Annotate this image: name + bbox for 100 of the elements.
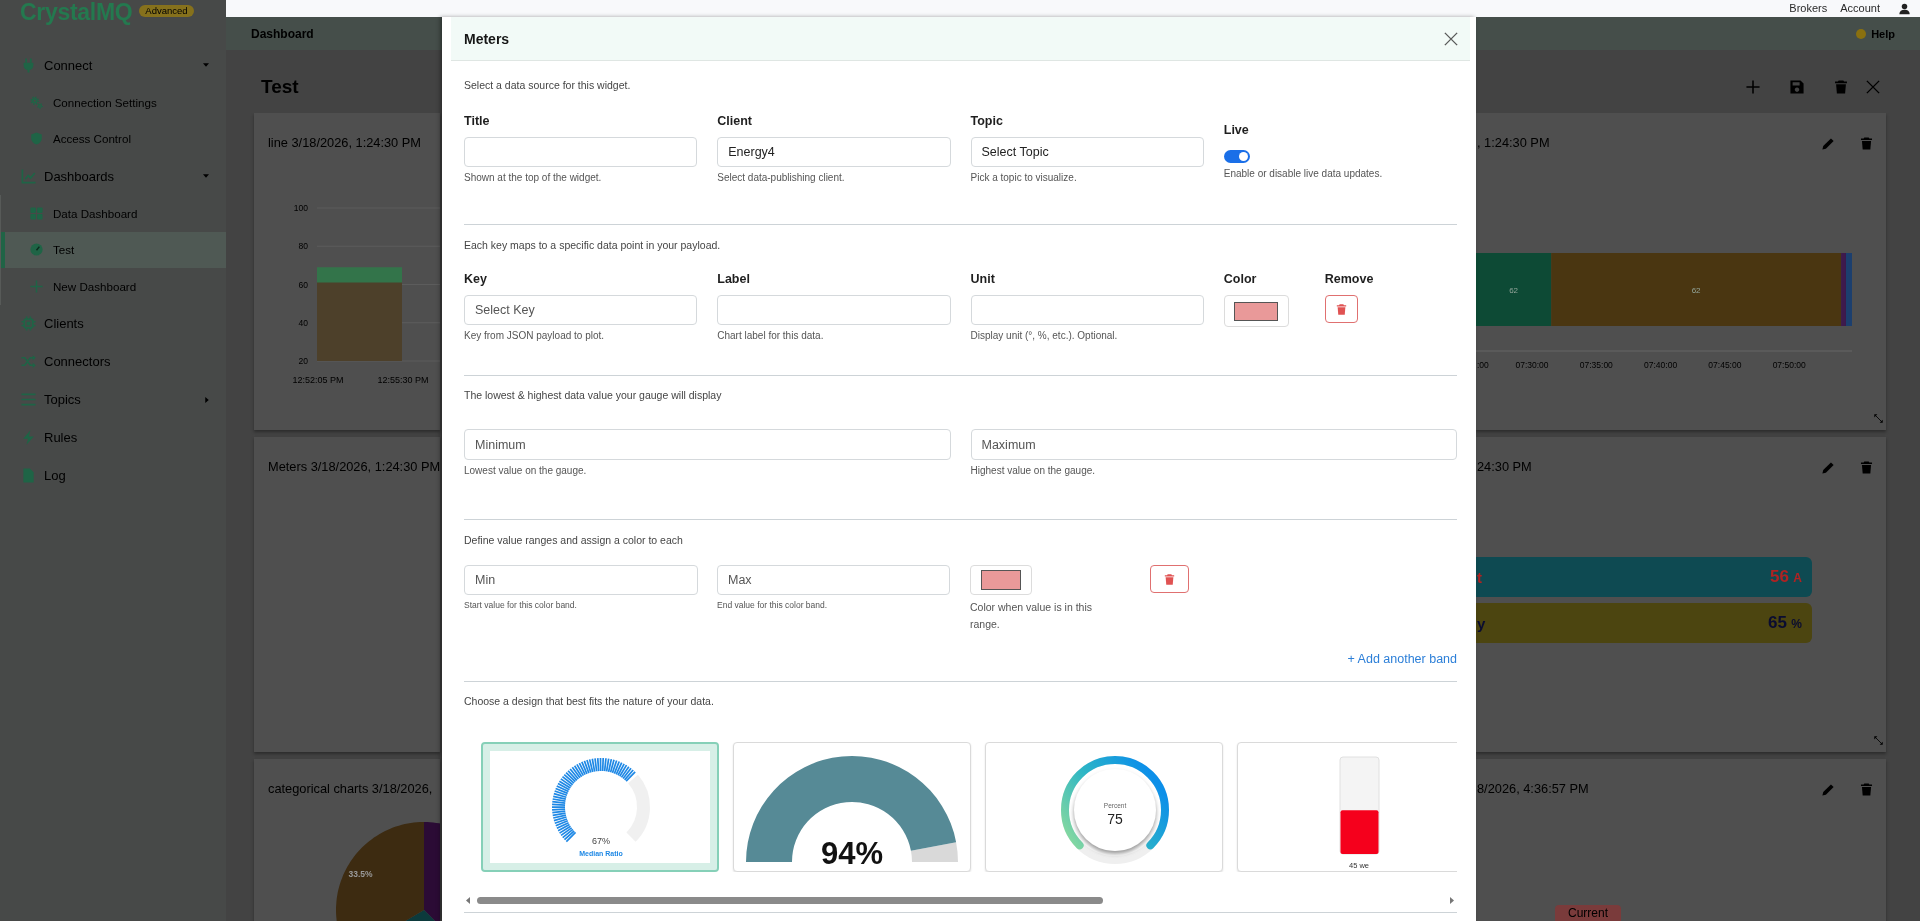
scrollbar-thumb[interactable] [477, 896, 1103, 904]
section-description: Each key maps to a specific data point in your payload. [464, 238, 722, 253]
nav-item[interactable]: Dashboards [0, 157, 226, 195]
section-description: Choose a design that best fits the nature of your data. [464, 694, 715, 709]
axis-tick-label: 100 [293, 203, 308, 213]
widget-title: line 3/18/2026, 1:24:30 PM [268, 135, 421, 151]
input-field[interactable]: Maximum [970, 429, 1457, 460]
person-icon[interactable] [1899, 2, 1910, 15]
axis-tick-label: 60 [298, 279, 308, 290]
segment-label: 62 [1691, 286, 1701, 295]
trash-icon [1335, 302, 1347, 316]
input-field[interactable] [464, 137, 698, 167]
nav-item[interactable]: Log [0, 456, 226, 495]
widget-title: 8/2026, 4:36:57 PM [1477, 781, 1589, 797]
input-field[interactable]: Max [717, 565, 950, 595]
line-chart-icon [21, 168, 36, 184]
caret-left-icon[interactable] [466, 896, 470, 904]
field-hint: Color when value is in this range. [970, 600, 1093, 632]
field-label: Key [464, 271, 488, 287]
pencil-icon[interactable] [1822, 782, 1835, 796]
color-picker[interactable] [970, 565, 1032, 595]
modal-title: Meters [464, 30, 510, 47]
field-label: Remove [1324, 271, 1374, 287]
pencil-icon[interactable] [1822, 136, 1835, 150]
caret-right-icon[interactable] [1450, 896, 1454, 904]
nav-item[interactable]: Data Dashboard [1, 195, 226, 232]
toggle-switch[interactable] [1223, 150, 1250, 163]
slice-label: 33.5% [348, 868, 373, 879]
field-label: Client [717, 113, 753, 129]
trash-icon[interactable] [1834, 80, 1848, 94]
field-label: Live [1223, 122, 1250, 138]
axis-tick-label: 07:30:00 [1515, 360, 1549, 370]
nav-item[interactable]: Clients [0, 304, 226, 343]
plug-icon [21, 57, 36, 73]
nav-item[interactable]: New Dashboard [1, 268, 226, 305]
bolt-icon [21, 430, 36, 445]
meter-reading: 56 A [1769, 567, 1802, 587]
remove-button[interactable] [1150, 565, 1189, 593]
field-hint: Chart label for this data. [717, 329, 825, 343]
field-hint: Start value for this color band. [464, 599, 578, 612]
select-field[interactable]: Select Topic [970, 137, 1204, 167]
gauge-value: 75 [1107, 811, 1123, 827]
field-hint: Display unit (°, %, etc.). Optional. [970, 329, 1119, 343]
field-label: Color [1223, 271, 1258, 287]
section-description: The lowest & highest data value your gauge will display [464, 388, 723, 403]
close-icon[interactable] [1444, 31, 1458, 46]
current-button[interactable]: Current [1555, 905, 1621, 921]
axis-tick-label: 07:50:00 [1772, 360, 1806, 370]
input-field[interactable]: Minimum [464, 429, 951, 460]
trash-icon[interactable] [1860, 782, 1873, 796]
save-icon[interactable] [1790, 80, 1804, 94]
resize-icon[interactable] [1874, 414, 1883, 423]
page-title: Test [261, 76, 299, 98]
nav-item[interactable]: Rules [0, 418, 226, 457]
field-hint: Shown at the top of the widget. [464, 171, 603, 185]
resize-icon[interactable] [1874, 736, 1883, 745]
chip-icon [21, 316, 36, 331]
field-label: Unit [970, 271, 996, 287]
remove-button[interactable] [1324, 295, 1358, 323]
input-field[interactable] [717, 295, 951, 325]
nav-item[interactable]: Test [1, 231, 226, 268]
axis-tick-label: 07:45:00 [1708, 360, 1742, 370]
widget-title: categorical charts 3/18/2026, [268, 781, 433, 797]
meter-label: t [1477, 568, 1482, 586]
list-icon [21, 392, 36, 407]
gauge-value: 94% [821, 836, 883, 871]
field-hint: Enable or disable live data updates. [1223, 167, 1384, 181]
nav-item[interactable]: Connect [0, 46, 226, 84]
gauge-icon [30, 243, 43, 257]
select-field[interactable]: Energy4 [717, 137, 951, 167]
breadcrumb-title: Dashboard [251, 26, 314, 41]
field-hint: Key from JSON payload to plot. [464, 329, 606, 343]
trash-icon[interactable] [1860, 136, 1873, 150]
axis-tick-label: 20 [298, 356, 308, 366]
help-link[interactable]: Help [1856, 27, 1895, 40]
nav-item[interactable]: Connectors [0, 342, 226, 381]
field-label: Label [717, 271, 751, 287]
color-picker[interactable] [1223, 295, 1289, 327]
file-icon [21, 468, 36, 483]
design-option[interactable]: 94% [733, 742, 971, 872]
trash-icon[interactable] [1860, 460, 1873, 474]
axis-tick-label: 12:52:05 PM [292, 375, 344, 385]
axis-tick-label: 12:55:30 PM [377, 375, 429, 385]
add-band-link[interactable]: + Add another band [1347, 651, 1457, 667]
axis-tick-label: 07:40:00 [1644, 360, 1678, 370]
grid-icon [30, 206, 43, 220]
widget-title: 24:30 PM [1477, 459, 1532, 475]
nav-link[interactable]: Account [1840, 2, 1880, 15]
nav-item[interactable]: Access Control [0, 120, 226, 157]
nav-item[interactable]: Topics [0, 380, 226, 419]
input-field[interactable]: Select Key [464, 295, 698, 325]
nav-link[interactable]: Brokers [1789, 2, 1828, 15]
pencil-icon[interactable] [1822, 460, 1835, 474]
segment-label: 62 [1509, 286, 1519, 295]
plus-icon[interactable] [1746, 80, 1760, 94]
nav-item[interactable]: Connection Settings [0, 84, 226, 121]
widget-title: Meters 3/18/2026, 1:24:30 PM [268, 459, 440, 475]
field-hint: Lowest value on the gauge. [464, 464, 588, 478]
input-field[interactable] [970, 295, 1204, 325]
input-field[interactable]: Min [464, 565, 698, 595]
